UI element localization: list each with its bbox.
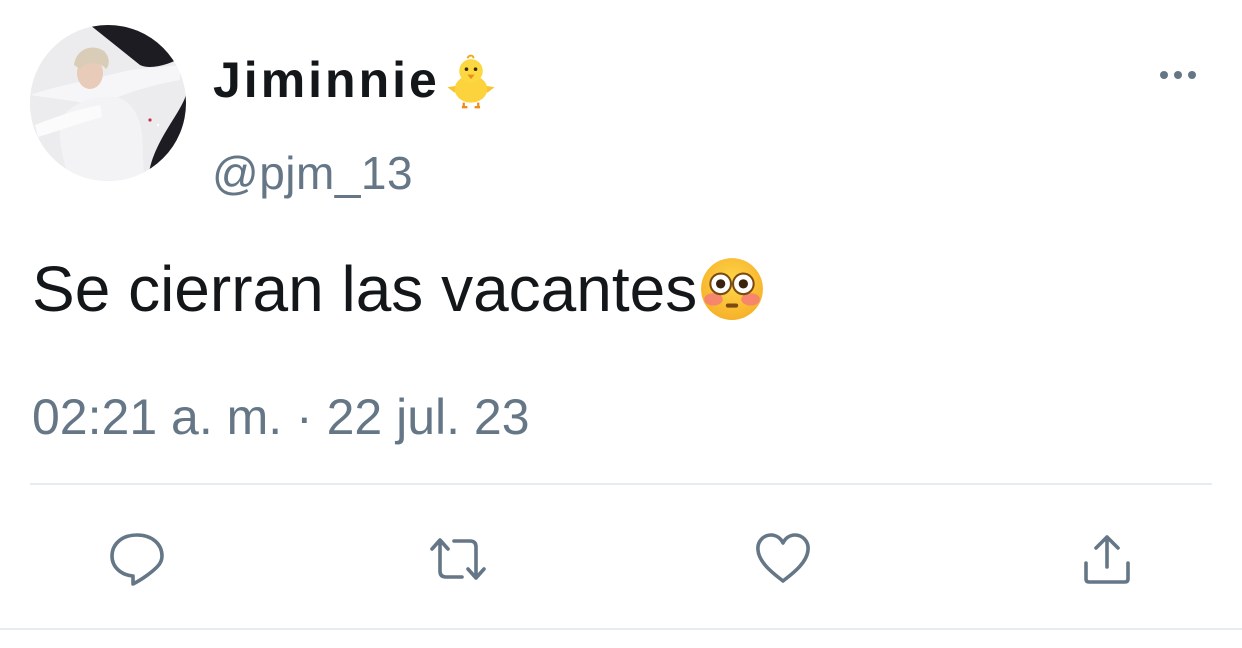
like-button[interactable] [750,526,816,592]
divider [30,483,1212,485]
author-handle[interactable]: @pjm_13 [212,146,413,200]
reply-button[interactable] [104,526,170,592]
tweet-card: Jiminnie @pjm_13 Se cierran las vacantes [0,0,1242,648]
speech-bubble-icon [110,533,164,586]
share-button[interactable] [1074,526,1140,592]
display-name[interactable]: Jiminnie [213,51,440,109]
more-dots-icon [1160,71,1196,79]
flushed-face-emoji [701,258,764,320]
tweet-body: Se cierran las vacantes [32,253,698,325]
tweet-text: Se cierran las vacantes [32,252,765,326]
heart-icon [756,533,810,583]
baby-chick-emoji [447,54,495,109]
avatar[interactable] [30,25,186,181]
retweet-button[interactable] [425,526,491,592]
share-icon [1084,535,1130,584]
divider-bottom [0,628,1242,630]
retweet-icon [430,538,486,580]
author-name-row[interactable]: Jiminnie [213,51,500,109]
more-options-button[interactable] [1158,60,1198,90]
tweet-timestamp[interactable]: 02:21 a. m. · 22 jul. 23 [32,388,530,446]
